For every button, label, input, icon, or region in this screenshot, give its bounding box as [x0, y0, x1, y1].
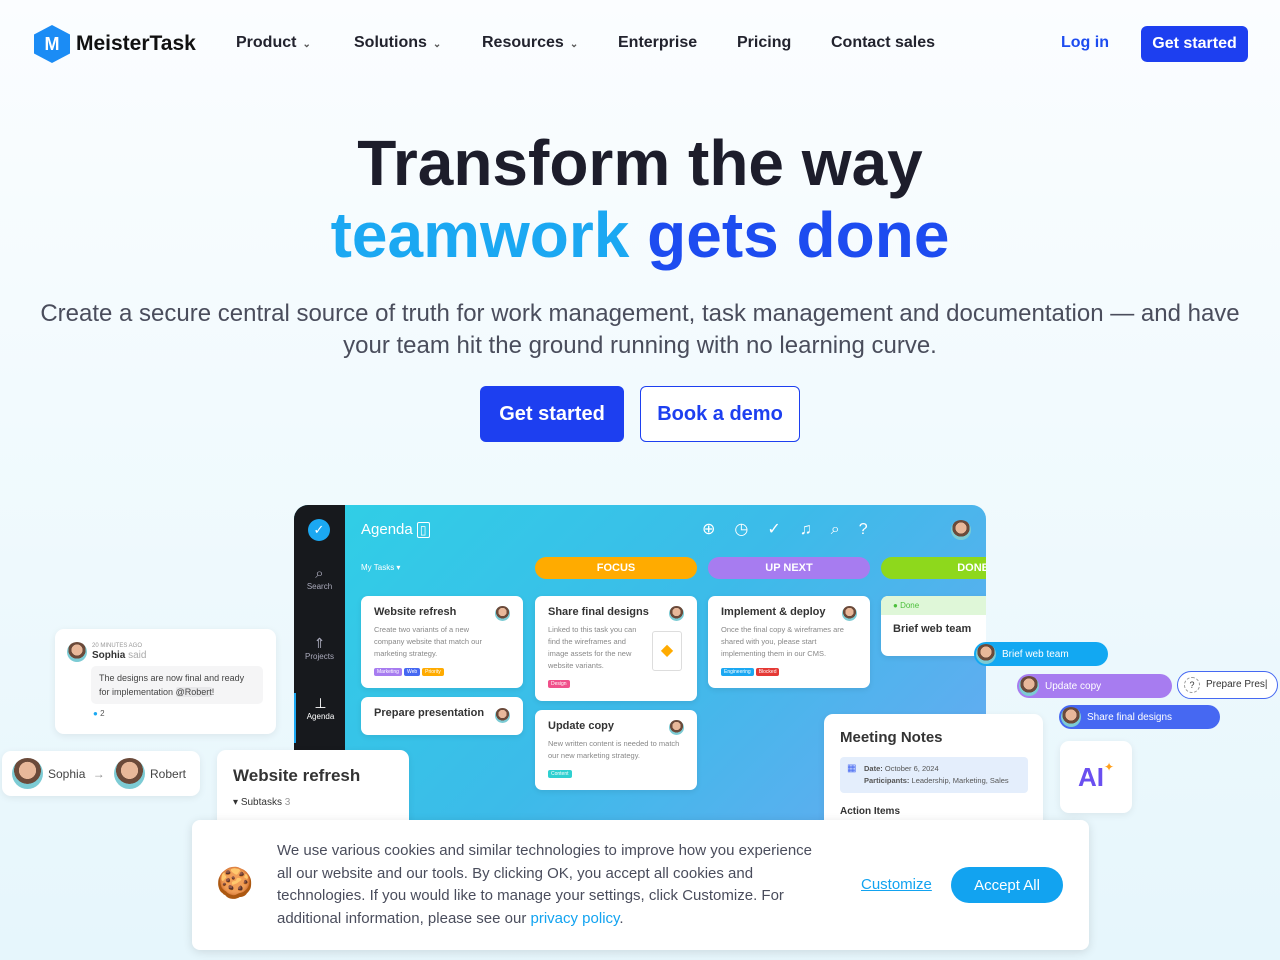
timer-icon: ◷: [734, 521, 768, 538]
app-toolbar[interactable]: ⊕◷✓♫⌕?: [702, 519, 887, 539]
avatar: [842, 606, 857, 621]
agenda-icon: ▯: [416, 522, 430, 538]
add-icon: ⊕: [702, 521, 735, 538]
hero-subtitle: Create a secure central source of truth …: [40, 300, 1240, 359]
nav-pricing[interactable]: Pricing: [737, 34, 791, 52]
customize-link[interactable]: Customize: [861, 876, 932, 893]
cookie-banner: 🍪 We use various cookies and similar tec…: [192, 820, 1089, 950]
question-icon: ?: [1184, 677, 1200, 693]
chevron-down-icon: ⌄: [302, 39, 311, 50]
thumbs-up-icon: ●: [93, 709, 98, 718]
nav-contact-sales[interactable]: Contact sales: [831, 34, 935, 52]
brand-name: MeisterTask: [76, 32, 196, 55]
avatar: [495, 708, 510, 723]
app-title: Agenda ▯: [361, 521, 430, 538]
cookie-text: We use various cookies and similar techn…: [277, 842, 812, 927]
task-card-done[interactable]: ● Done Brief web team: [881, 596, 986, 656]
calendar-icon: ▦: [847, 763, 857, 774]
search-icon: ⌕: [830, 521, 859, 538]
bell-icon: ♫: [799, 521, 831, 538]
book-demo-button[interactable]: Book a demo: [640, 386, 800, 442]
ai-badge: AI ✦: [1060, 741, 1132, 813]
my-tasks-filter[interactable]: My Tasks ▾: [361, 563, 400, 572]
nav-enterprise[interactable]: Enterprise: [618, 34, 697, 52]
column-focus: FOCUS: [535, 557, 697, 579]
pin-icon: ⊥: [314, 695, 327, 711]
avatar: [669, 606, 684, 621]
sketch-file-icon: ◆: [652, 631, 682, 671]
task-card[interactable]: Update copy New written content is needed…: [535, 710, 697, 790]
hero-title-line1: Transform the way: [357, 127, 923, 199]
pill-update-copy[interactable]: Update copy: [1017, 674, 1172, 698]
column-done: DONE: [881, 557, 986, 579]
sidebar-projects[interactable]: ⇑ Projects: [294, 635, 345, 661]
nav-product[interactable]: Product ⌄: [236, 34, 311, 52]
task-card[interactable]: Share final designs Linked to this task y…: [535, 596, 697, 701]
pill-share-final-designs[interactable]: Share final designs: [1059, 705, 1220, 729]
nav-resources[interactable]: Resources ⌄: [482, 34, 578, 52]
rocket-icon: ⇑: [313, 635, 326, 651]
comment-card: 20 MINUTES AGO Sophia said The designs a…: [55, 629, 276, 734]
brand-logo[interactable]: M MeisterTask: [34, 25, 196, 63]
check-icon: ●: [893, 601, 898, 610]
hero-title-line2: teamwork gets done: [330, 199, 950, 271]
search-icon: ⌕: [315, 565, 324, 582]
avatar: [495, 606, 510, 621]
sidebar-search[interactable]: ⌕ Search: [294, 565, 345, 591]
top-nav: M MeisterTask Product ⌄ Solutions ⌄ Resourc…: [0, 0, 1280, 88]
new-task-input[interactable]: ? Prepare Pres|: [1177, 671, 1278, 699]
chevron-down-icon: ⌄: [569, 39, 579, 50]
sidebar-agenda[interactable]: ⊥ Agenda: [294, 693, 345, 743]
like-count[interactable]: ● 2: [93, 709, 105, 718]
check-circle-icon: ✓: [767, 521, 800, 538]
login-link[interactable]: Log in: [1061, 34, 1109, 52]
accept-all-button[interactable]: Accept All: [951, 867, 1063, 903]
chevron-down-icon: ⌄: [432, 39, 442, 50]
get-started-button[interactable]: Get started: [480, 386, 624, 442]
nav-solutions[interactable]: Solutions ⌄: [354, 34, 441, 52]
sparkle-icon: ✦: [1103, 760, 1115, 774]
cookie-icon: 🍪: [216, 867, 254, 900]
pill-brief-web-team[interactable]: Brief web team: [974, 642, 1108, 666]
done-status: ● Done: [881, 596, 986, 615]
task-card[interactable]: Website refresh Create two variants of a …: [361, 596, 523, 688]
task-card[interactable]: Implement & deploy Once the final copy & …: [708, 596, 870, 688]
check-logo-icon: ✓: [308, 519, 330, 541]
avatar: [114, 758, 145, 789]
get-started-nav-button[interactable]: Get started: [1141, 26, 1248, 62]
handoff-card: Sophia → Robert: [2, 751, 200, 796]
avatar: [67, 642, 87, 662]
meistertask-logo-icon: M: [34, 25, 70, 63]
avatar: [669, 720, 684, 735]
user-avatar[interactable]: [951, 520, 971, 540]
help-icon: ?: [858, 521, 887, 538]
privacy-policy-link[interactable]: privacy policy: [531, 910, 620, 927]
task-card[interactable]: Prepare presentation: [361, 697, 523, 735]
column-up-next: UP NEXT: [708, 557, 870, 579]
avatar: [12, 758, 43, 789]
meeting-notes-card: Meeting Notes ▦ Date: October 6, 2024 Pa…: [824, 714, 1043, 834]
